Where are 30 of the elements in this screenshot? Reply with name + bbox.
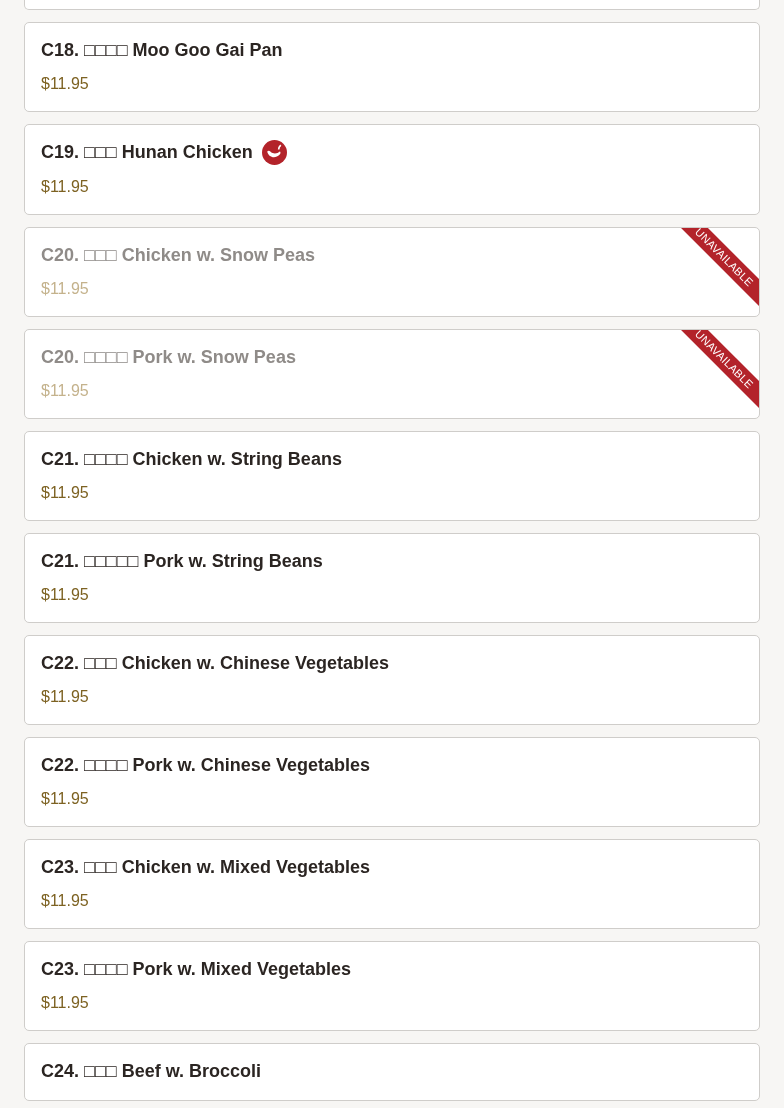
price: $11.95 [41, 177, 90, 197]
price: $11.95 [41, 74, 90, 94]
dish-name: C23. □□□□ Pork w. Mixed Vegetables [41, 958, 351, 980]
menu-item-card[interactable]: C23. □□□□ Pork w. Mixed Vegetables $11.95 [24, 941, 760, 1031]
price: $11.95 [41, 687, 90, 707]
dish-name: C24. □□□ Beef w. Broccoli [41, 1060, 261, 1082]
menu-item-card[interactable]: C22. □□□ Chicken w. Chinese Vegetables $11.95 [24, 635, 760, 725]
price: $11.95 [41, 789, 90, 809]
dish-name: C18. □□□□ Moo Goo Gai Pan [41, 39, 283, 61]
price: $11.95 [41, 891, 90, 911]
price: $11.95 [41, 483, 90, 503]
price: $11.95 [41, 993, 90, 1013]
menu-item-card[interactable]: C21. □□□□□ Pork w. String Beans $11.95 [24, 533, 760, 623]
menu-item-card[interactable]: C23. □□□ Chicken w. Mixed Vegetables $11.95 [24, 839, 760, 929]
dish-name: C21. □□□□ Chicken w. String Beans [41, 448, 342, 470]
menu-item-card[interactable]: C21. □□□□ Chicken w. String Beans $11.95 [24, 431, 760, 521]
price: $11.95 [41, 585, 90, 605]
menu-item-card[interactable]: C22. □□□□ Pork w. Chinese Vegetables $11.95 [24, 737, 760, 827]
price: $11.95 [41, 381, 90, 401]
dish-name: C22. □□□ Chicken w. Chinese Vegetables [41, 652, 390, 674]
menu-item-card[interactable]: C19. □□□ Hunan Chicken $11.95 [24, 124, 760, 215]
dish-name: C19. □□□ Hunan Chicken [41, 142, 253, 163]
menu-item-card[interactable]: C24. □□□ Beef w. Broccoli [24, 1043, 760, 1101]
price: $11.95 [41, 279, 90, 299]
dish-name: C23. □□□ Chicken w. Mixed Vegetables [41, 856, 371, 878]
dish-name: C22. □□□□ Pork w. Chinese Vegetables [41, 754, 370, 776]
dish-name: C20. □□□ Chicken w. Snow Peas [41, 244, 316, 266]
dish-name: C21. □□□□□ Pork w. String Beans [41, 550, 323, 572]
dish-name: C20. □□□□ Pork w. Snow Peas [41, 346, 296, 368]
menu-item-card[interactable]: C18. □□□□ Moo Goo Gai Pan $11.95 [24, 22, 760, 112]
